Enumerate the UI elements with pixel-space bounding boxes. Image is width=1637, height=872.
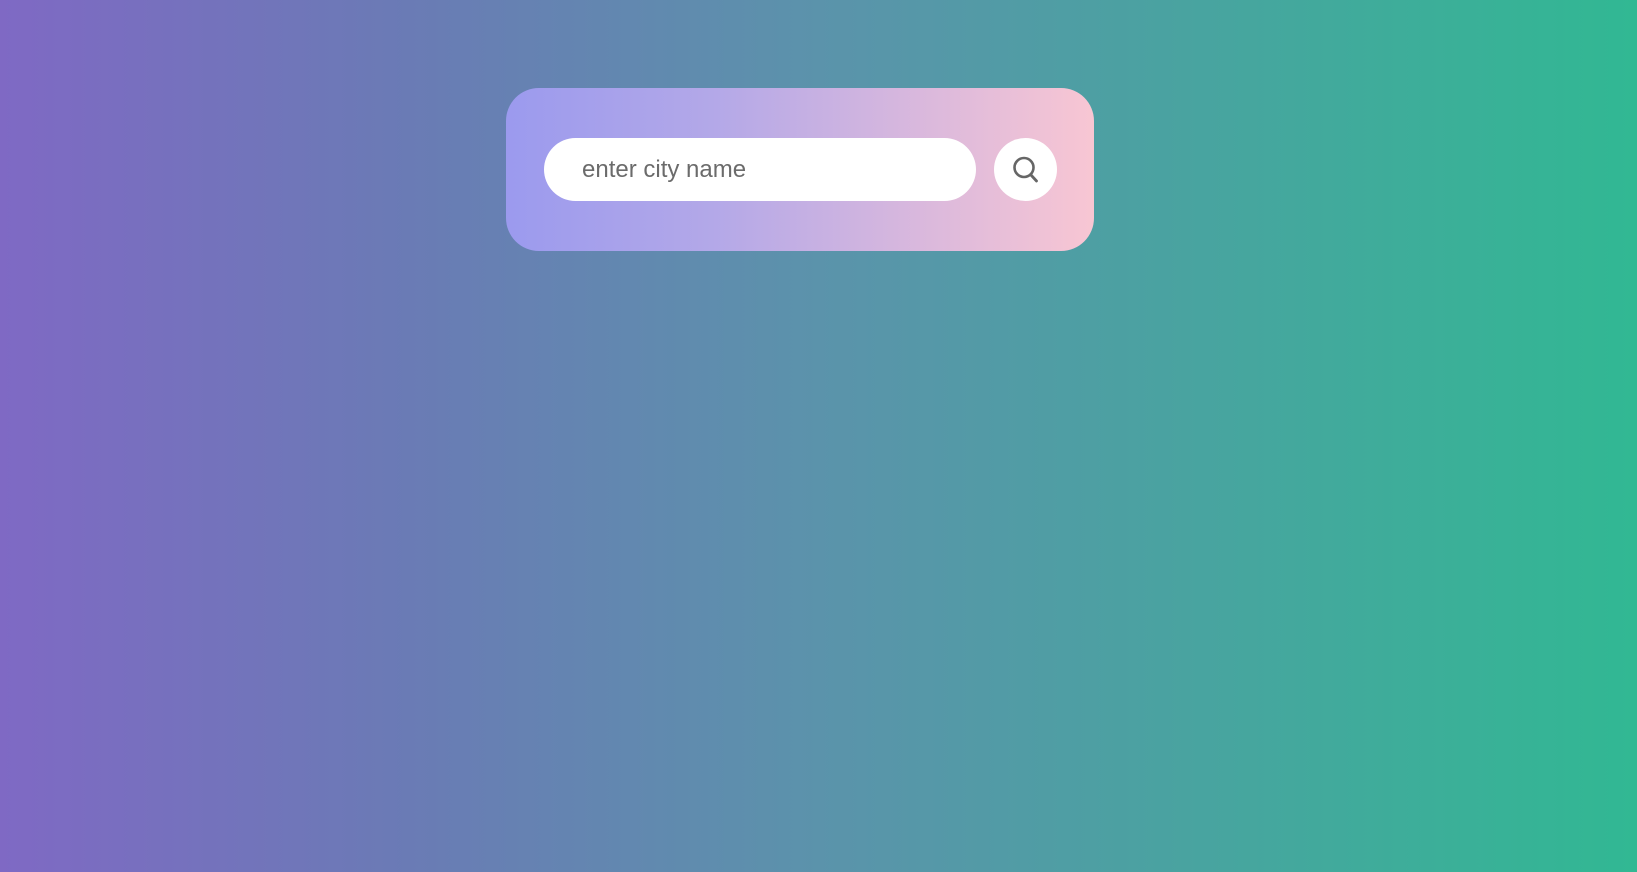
search-card <box>506 88 1094 251</box>
search-button[interactable] <box>994 138 1057 201</box>
city-search-input[interactable] <box>544 138 976 201</box>
search-icon <box>1012 156 1038 182</box>
